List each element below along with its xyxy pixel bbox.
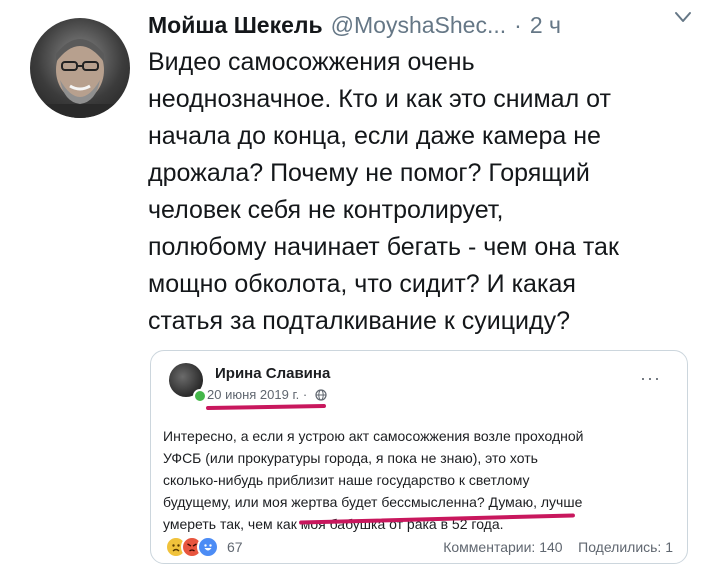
post-text-line: Интересно, а если я устрою акт самосожже… <box>163 428 584 444</box>
embedded-post-screenshot[interactable]: Ирина Славина 20 июня 2019 г. · ··· Инте… <box>150 350 688 564</box>
tweet-text-line: неоднозначное. Кто и как это снимал от <box>148 85 611 113</box>
author-display-name[interactable]: Мойша Шекель <box>148 12 323 39</box>
shares-count: Поделились: 1 <box>578 539 673 555</box>
post-stats: Комментарии: 140 Поделились: 1 <box>443 539 673 555</box>
post-text-line: умереть так, чем как моя бабушка от рака… <box>163 516 504 532</box>
post-date-text: 20 июня 2019 г. <box>207 387 300 402</box>
tweet-text: Видео самосожжения очень неоднозначное. … <box>148 44 708 340</box>
post-date-separator: · <box>302 387 308 402</box>
comments-count: Комментарии: 140 <box>443 539 563 555</box>
post-author-name: Ирина Славина <box>215 365 331 382</box>
reaction-count: 67 <box>227 539 243 555</box>
tweet-text-line: статья за подталкивание к суициду? <box>148 307 570 335</box>
tweet-text-line: начала до конца, если даже камера не <box>148 122 601 150</box>
post-text-line: сколько-нибудь приблизит наше государств… <box>163 472 530 488</box>
tweet-text-line: полюбому начинает бегать - чем она так <box>148 233 619 261</box>
post-text-line: будущему, или моя жертва будет бессмысле… <box>163 494 583 510</box>
tweet-text-line: человек себя не контролирует, <box>148 196 504 224</box>
date-highlight-underline <box>205 403 327 411</box>
tweet-text-line: Видео самосожжения очень <box>148 48 475 76</box>
globe-icon <box>315 389 327 401</box>
tweet-text-line: мощно обколота, что сидит? И какая <box>148 270 576 298</box>
post-text-line: УФСБ (или прокуратуры города, я пока не … <box>163 450 538 466</box>
tweet-text-line: дрожала? Почему не помог? Горящий <box>148 159 590 187</box>
reactions-bar: 67 <box>165 536 243 558</box>
author-avatar[interactable] <box>30 18 130 118</box>
online-status-dot <box>193 389 207 403</box>
haha-reaction-icon <box>197 536 219 558</box>
author-handle[interactable]: @MoyshaShec... <box>331 12 506 39</box>
post-date: 20 июня 2019 г. · <box>207 387 327 402</box>
tweet-timestamp[interactable]: 2 ч <box>530 12 561 39</box>
chevron-down-icon[interactable] <box>674 8 692 26</box>
more-dots-icon: ··· <box>640 368 661 388</box>
header-separator: · <box>514 11 522 38</box>
user-photo-avatar-icon <box>40 39 120 118</box>
tweet-header: Мойша Шекель @MoyshaShec... · 2 ч <box>148 8 708 42</box>
